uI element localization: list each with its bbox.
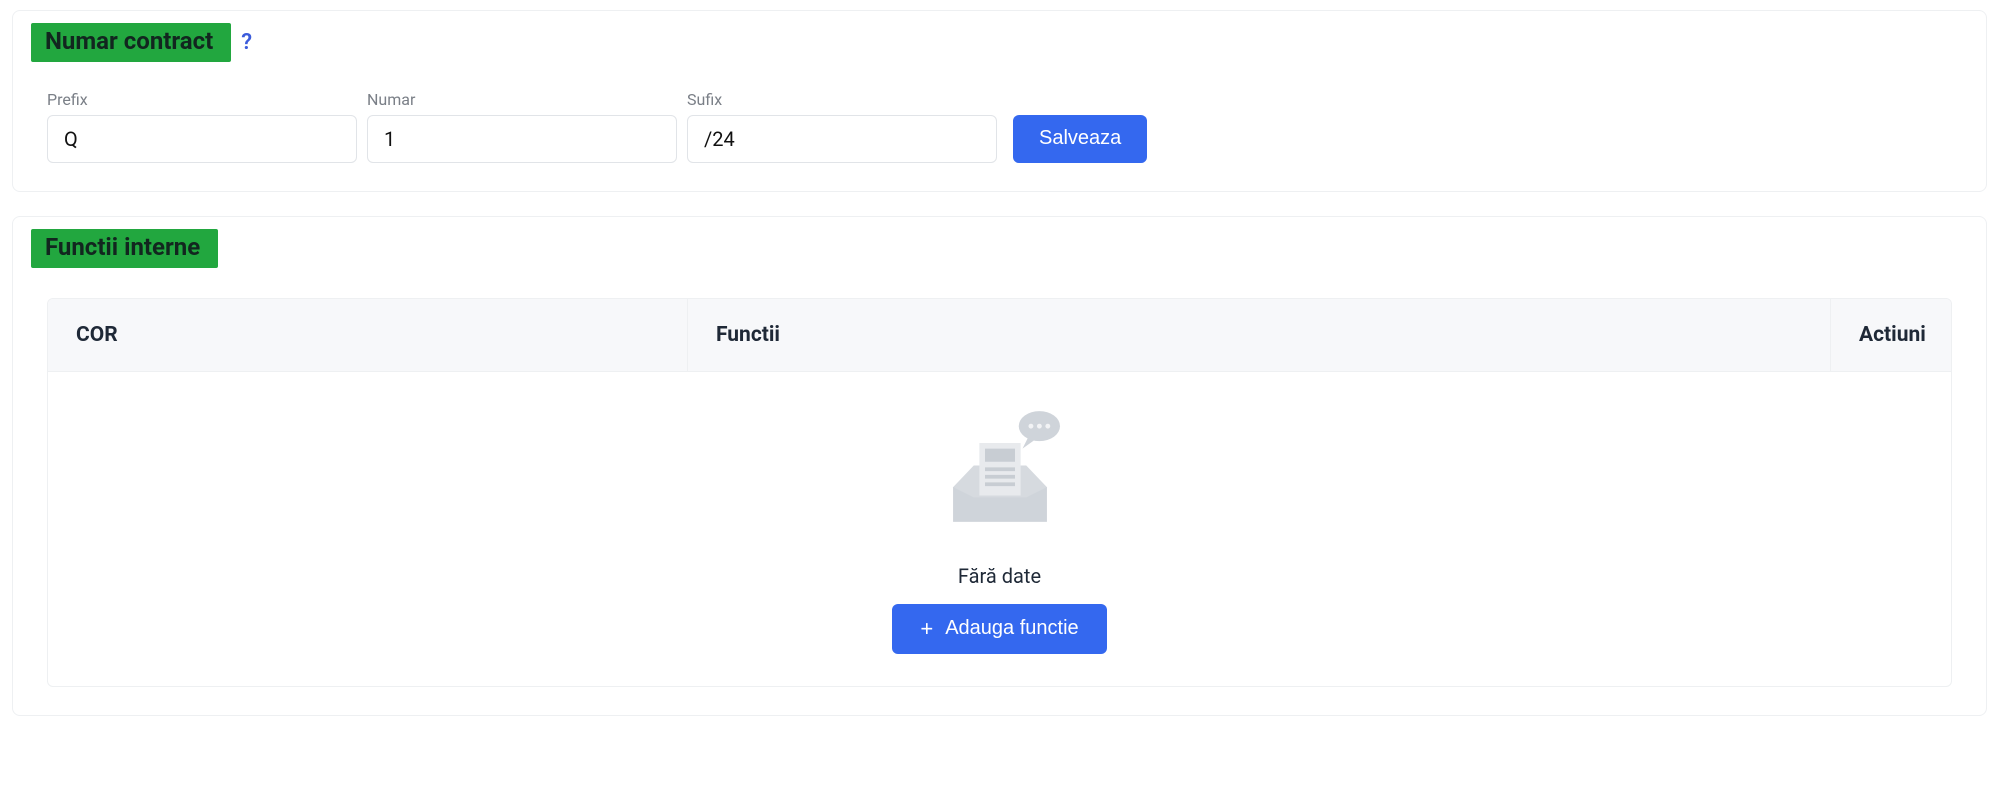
functions-table: COR Functii Actiuni (47, 298, 1952, 687)
contract-number-title: Numar contract (31, 23, 231, 62)
prefix-label: Prefix (47, 90, 357, 109)
add-function-button[interactable]: + Adauga functie (892, 604, 1106, 654)
help-icon[interactable]: ? (241, 30, 252, 55)
contract-number-card: Numar contract ? Prefix Numar Sufix Salv… (12, 10, 1987, 192)
numar-label: Numar (367, 90, 677, 109)
col-header-cor: COR (48, 299, 688, 371)
add-function-label: Adauga functie (945, 617, 1078, 640)
empty-text: Fără date (958, 564, 1041, 588)
internal-functions-card: Functii interne COR Functii Actiuni (12, 216, 1987, 716)
empty-state: Fără date + Adauga functie (48, 372, 1951, 686)
empty-inbox-icon (925, 398, 1075, 548)
col-header-actiuni: Actiuni (1831, 299, 1951, 371)
contract-number-form-row: Prefix Numar Sufix Salveaza (13, 62, 1986, 163)
sufix-label: Sufix (687, 90, 997, 109)
plus-icon: + (920, 618, 933, 640)
sufix-input[interactable] (687, 115, 997, 163)
contract-number-header: Numar contract ? (13, 11, 1986, 62)
internal-functions-title: Functii interne (31, 229, 218, 268)
col-header-functii: Functii (688, 299, 1831, 371)
sufix-group: Sufix (687, 90, 997, 163)
functions-table-head: COR Functii Actiuni (48, 299, 1951, 372)
internal-functions-header: Functii interne (13, 217, 1986, 268)
numar-input[interactable] (367, 115, 677, 163)
prefix-input[interactable] (47, 115, 357, 163)
prefix-group: Prefix (47, 90, 357, 163)
numar-group: Numar (367, 90, 677, 163)
save-button[interactable]: Salveaza (1013, 115, 1147, 163)
